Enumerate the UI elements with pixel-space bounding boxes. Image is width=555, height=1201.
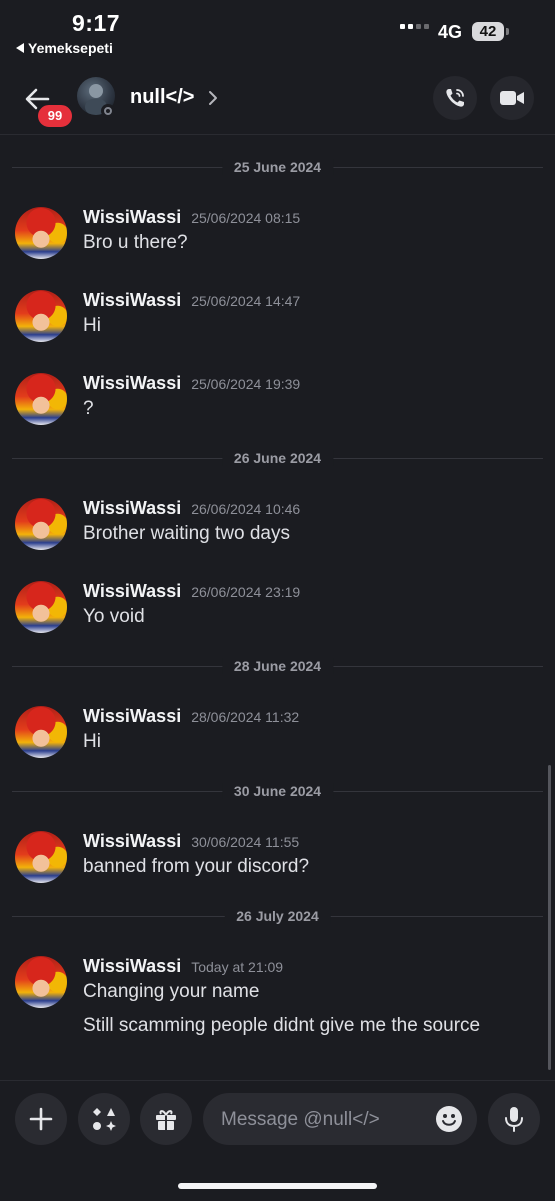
message-author[interactable]: WissiWassi	[83, 956, 181, 977]
signal-icon	[400, 24, 429, 29]
phone-call-icon	[446, 89, 464, 107]
message-input-placeholder: Message @null</>	[221, 1109, 380, 1130]
emoji-icon[interactable]	[435, 1105, 463, 1133]
message-author[interactable]: WissiWassi	[83, 831, 181, 852]
home-indicator[interactable]	[178, 1183, 377, 1189]
unread-badge: 99	[35, 102, 75, 130]
status-time: 9:17	[72, 10, 121, 36]
video-call-button[interactable]	[490, 76, 534, 120]
message-timestamp: 25/06/2024 19:39	[191, 376, 301, 392]
date-divider-label: 25 June 2024	[221, 159, 334, 175]
gift-button[interactable]	[140, 1093, 192, 1145]
message-feed[interactable]: 25 June 2024 WissiWassi 25/06/2024 08:15 …	[0, 135, 555, 1080]
message-text: Bro u there?	[83, 232, 188, 253]
message-text: ?	[83, 398, 94, 419]
message-text: Still scamming people didnt give me the …	[83, 1015, 481, 1036]
voice-call-button[interactable]	[433, 76, 477, 120]
voice-message-button[interactable]	[488, 1093, 540, 1145]
message-text: Yo void	[83, 606, 145, 627]
avatar[interactable]	[15, 498, 67, 550]
chat-username[interactable]: null</>	[130, 86, 194, 109]
message-author[interactable]: WissiWassi	[83, 207, 181, 228]
message-author[interactable]: WissiWassi	[83, 581, 181, 602]
date-divider-label: 28 June 2024	[221, 658, 334, 674]
microphone-icon	[505, 1107, 523, 1132]
avatar[interactable]	[15, 706, 67, 758]
avatar[interactable]	[15, 831, 67, 883]
date-divider-label: 26 June 2024	[221, 450, 334, 466]
apps-icon	[93, 1108, 116, 1131]
date-divider: 26 June 2024	[12, 450, 543, 466]
message-author[interactable]: WissiWassi	[83, 706, 181, 727]
offline-status-icon	[101, 104, 115, 118]
avatar[interactable]	[15, 373, 67, 425]
avatar[interactable]	[15, 207, 67, 259]
gift-icon	[156, 1110, 176, 1130]
chat-header: 99 null</>	[0, 62, 555, 135]
avatar[interactable]	[15, 581, 67, 633]
add-attachment-button[interactable]	[15, 1093, 67, 1145]
message-text: banned from your discord?	[83, 856, 310, 877]
date-divider-label: 30 June 2024	[221, 783, 334, 799]
message-text: Changing your name	[83, 981, 260, 1002]
message-author[interactable]: WissiWassi	[83, 373, 181, 394]
status-bar: 9:17 Yemeksepeti 4G 42	[0, 0, 555, 62]
message-author[interactable]: WissiWassi	[83, 498, 181, 519]
video-camera-icon	[500, 91, 524, 105]
message-timestamp: 26/06/2024 10:46	[191, 501, 301, 517]
scrollbar[interactable]	[548, 765, 551, 1070]
message-text: Hi	[83, 731, 101, 752]
message-timestamp: 30/06/2024 11:55	[191, 834, 300, 850]
chevron-right-icon[interactable]	[207, 89, 219, 107]
message-text: Hi	[83, 315, 101, 336]
message-timestamp: 26/06/2024 23:19	[191, 584, 301, 600]
avatar[interactable]	[15, 956, 67, 1008]
message-author[interactable]: WissiWassi	[83, 290, 181, 311]
date-divider-label: 26 July 2024	[224, 908, 331, 924]
message-timestamp: 25/06/2024 08:15	[191, 210, 301, 226]
date-divider: 30 June 2024	[12, 783, 543, 799]
date-divider: 26 July 2024	[12, 908, 543, 924]
message-timestamp: Today at 21:09	[191, 959, 284, 975]
message-input[interactable]: Message @null</>	[203, 1093, 477, 1145]
plus-icon	[29, 1107, 53, 1131]
apps-button[interactable]	[78, 1093, 130, 1145]
back-triangle-icon	[16, 43, 24, 53]
date-divider: 25 June 2024	[12, 159, 543, 175]
back-app-label: Yemeksepeti	[28, 40, 113, 56]
network-type: 4G	[438, 22, 463, 42]
battery-icon: 42	[472, 22, 509, 41]
back-to-app-link[interactable]: Yemeksepeti	[16, 40, 113, 56]
message-text: Brother waiting two days	[83, 523, 290, 544]
message-timestamp: 25/06/2024 14:47	[191, 293, 301, 309]
date-divider: 28 June 2024	[12, 658, 543, 674]
message-timestamp: 28/06/2024 11:32	[191, 709, 300, 725]
avatar[interactable]	[15, 290, 67, 342]
